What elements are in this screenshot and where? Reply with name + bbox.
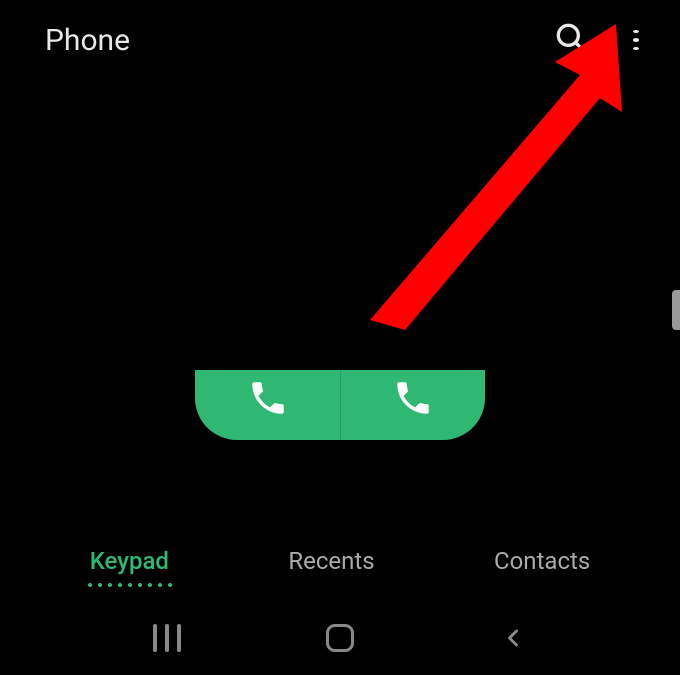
bottom-tabs: Keypad Recents Contacts <box>0 537 680 585</box>
tab-keypad[interactable]: Keypad <box>85 537 174 585</box>
tab-recents[interactable]: Recents <box>283 537 379 585</box>
app-header: Phone <box>0 0 680 80</box>
scroll-indicator[interactable] <box>672 290 680 330</box>
nav-back[interactable] <box>495 620 531 656</box>
tab-contacts[interactable]: Contacts <box>489 537 595 585</box>
search-icon[interactable] <box>555 22 587 58</box>
app-title: Phone <box>45 23 130 58</box>
torn-edge-decoration <box>0 335 680 370</box>
nav-home[interactable] <box>322 620 358 656</box>
phone-icon <box>247 377 289 419</box>
phone-icon <box>392 377 434 419</box>
more-options-icon[interactable] <box>622 26 650 54</box>
nav-recent-apps[interactable] <box>149 620 185 656</box>
navigation-bar <box>0 600 680 675</box>
header-actions <box>555 22 650 58</box>
